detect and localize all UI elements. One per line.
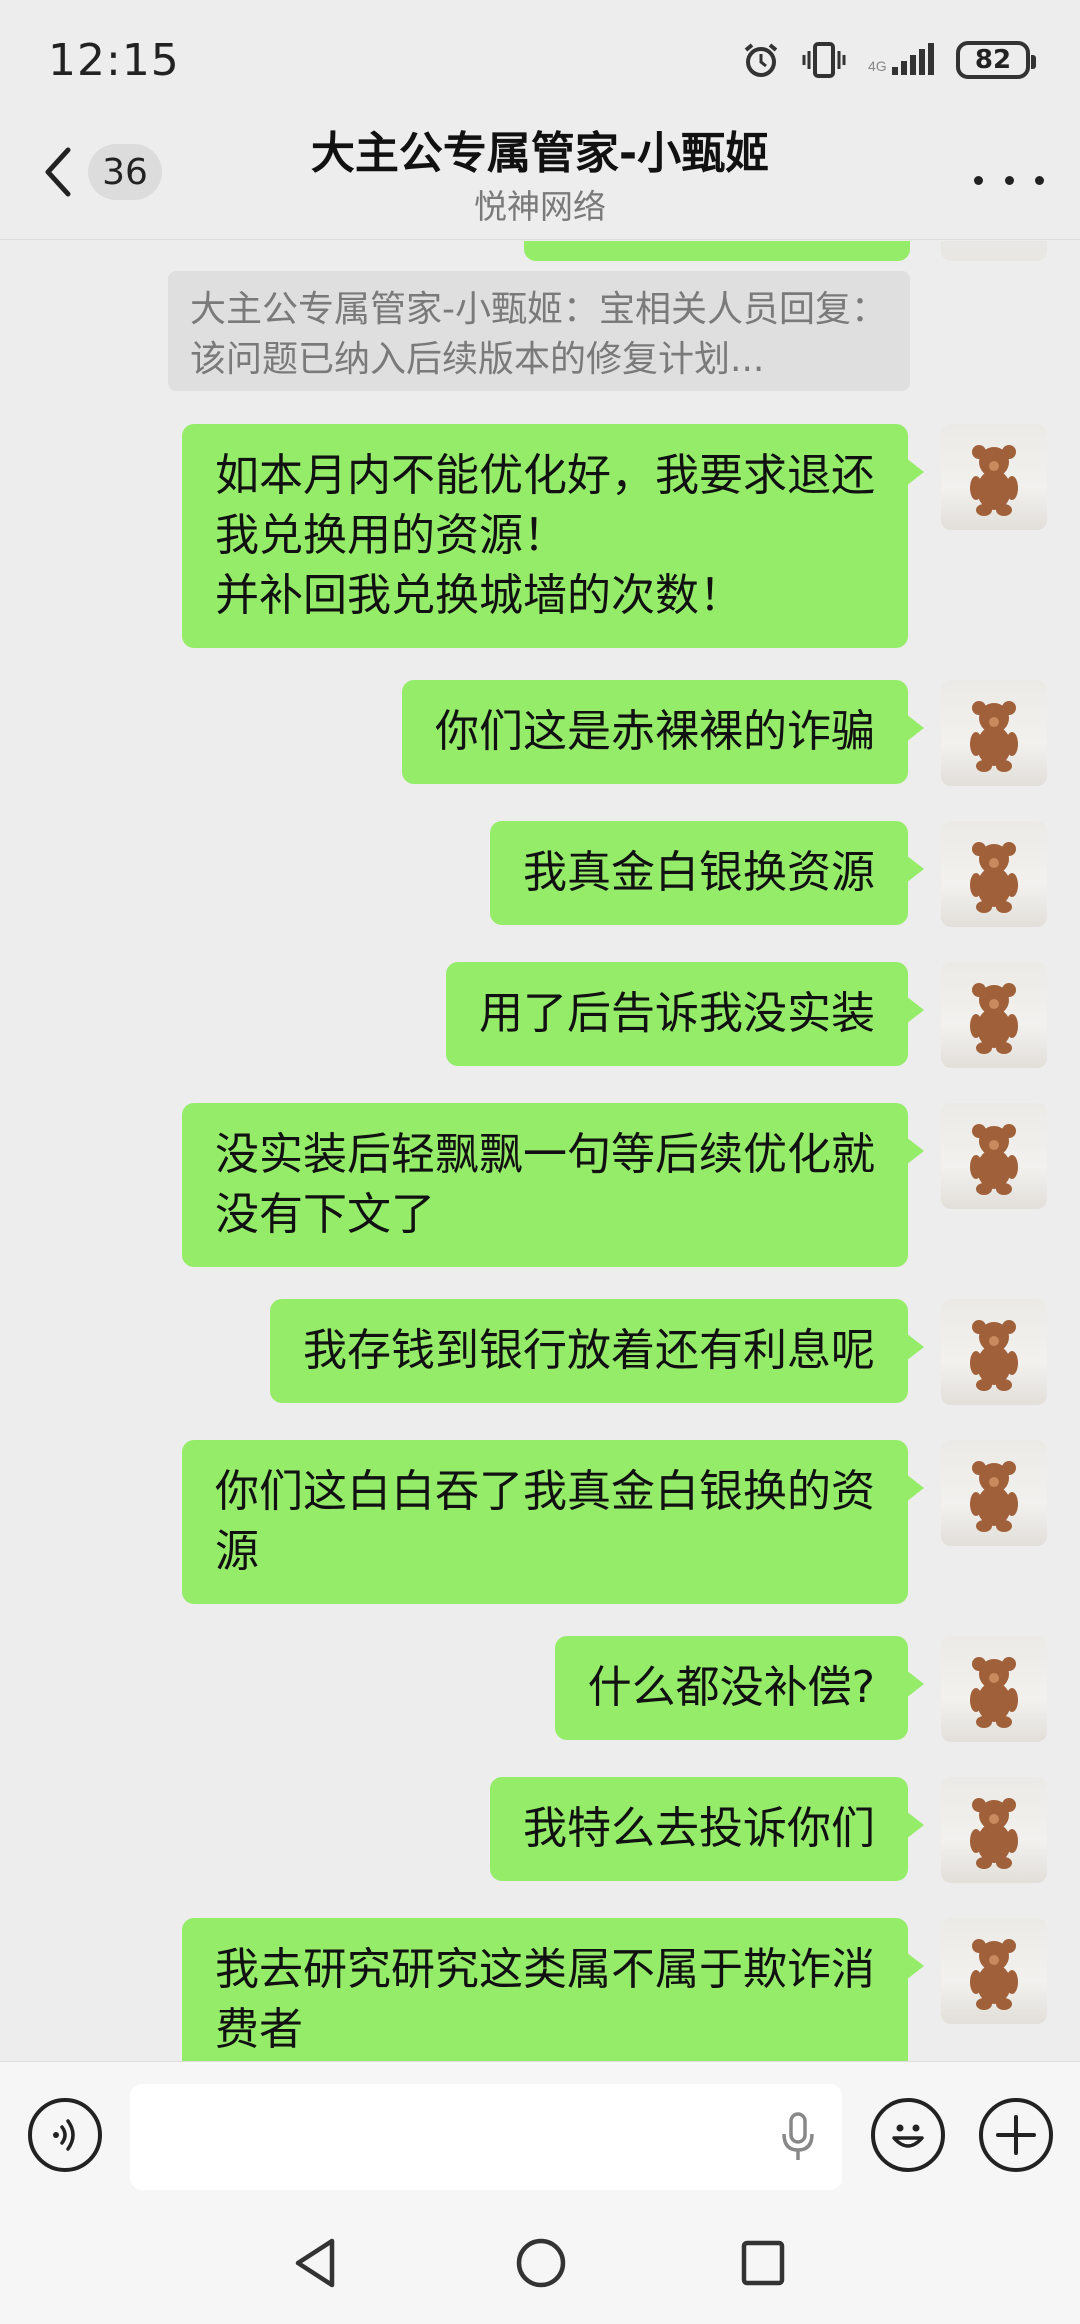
- message-bubble[interactable]: 你们这白白吞了我真金白银换的资 源: [182, 1440, 924, 1604]
- message-bubble[interactable]: 我特么去投诉你们: [490, 1777, 924, 1881]
- title-block: 大主公专属管家-小甄姬 悦神网络: [180, 124, 900, 230]
- microphone-icon[interactable]: [778, 2112, 818, 2162]
- emoji-button[interactable]: [871, 2098, 945, 2172]
- message-bubble[interactable]: 没实装后轻飘飘一句等后续优化就 没有下文了: [182, 1103, 924, 1267]
- svg-text:4G: 4G: [868, 58, 887, 74]
- teddy-bear-avatar: [970, 1320, 1018, 1391]
- alarm-icon: [744, 43, 778, 77]
- more-icon: [974, 175, 983, 185]
- voice-icon: [53, 2119, 75, 2151]
- more-button[interactable]: [974, 160, 1044, 200]
- avatar[interactable]: [941, 1918, 1047, 2024]
- avatar[interactable]: [941, 424, 1047, 530]
- avatar[interactable]: [941, 1636, 1047, 1742]
- plus-icon: [996, 2115, 1036, 2155]
- partial-message-bubble[interactable]: [524, 241, 910, 261]
- message-bubble[interactable]: 用了后告诉我没实装: [446, 962, 924, 1066]
- chat-subtitle: 悦神网络: [474, 187, 606, 226]
- battery-indicator: 82: [956, 41, 1036, 79]
- message-bubble[interactable]: 如本月内不能优化好，我要求退还 我兑换用的资源！ 并补回我兑换城墙的次数！: [182, 424, 924, 648]
- message-bubble[interactable]: 我真金白银换资源: [490, 821, 924, 925]
- input-bar: [0, 2061, 1080, 2211]
- teddy-bear-avatar: [970, 1657, 1018, 1728]
- quoted-reply[interactable]: 大主公专属管家-小甄姬：宝相关人员回复：该问题已纳入后续版本的修复计划...: [168, 271, 910, 391]
- avatar[interactable]: [941, 821, 1047, 927]
- signal-icon: 4G: [868, 43, 934, 75]
- message-input[interactable]: [130, 2084, 842, 2190]
- system-nav-bar: [0, 2211, 1080, 2324]
- message-bubble[interactable]: 你们这是赤裸裸的诈骗: [402, 680, 924, 784]
- back-arrow-icon: [45, 147, 71, 197]
- back-button[interactable]: 36: [40, 144, 162, 200]
- message-bubble[interactable]: 什么都没补偿?: [554, 1636, 925, 1740]
- avatar[interactable]: [941, 1103, 1047, 1209]
- nav-back-icon[interactable]: [290, 2233, 340, 2293]
- teddy-bear-avatar: [970, 842, 1018, 913]
- teddy-bear-avatar: [970, 983, 1018, 1054]
- emoji-icon: [892, 2124, 924, 2148]
- status-icons: 4G 82: [742, 41, 1036, 79]
- nav-home-icon[interactable]: [514, 2233, 568, 2293]
- teddy-bear-avatar: [970, 445, 1018, 516]
- message-bubble[interactable]: 我去研究研究这类属不属于欺诈消 费者: [182, 1918, 924, 2061]
- teddy-bear-avatar: [970, 1461, 1018, 1532]
- teddy-bear-avatar: [970, 1124, 1018, 1195]
- status-bar: 12:15 4G 82: [0, 0, 1080, 120]
- chat-title: 大主公专属管家-小甄姬: [310, 128, 770, 179]
- chat-header: 36 大主公专属管家-小甄姬 悦神网络: [0, 120, 1080, 240]
- more-actions-button[interactable]: [979, 2098, 1053, 2172]
- teddy-bear-avatar: [970, 1939, 1018, 2010]
- teddy-bear-avatar: [970, 1798, 1018, 1869]
- message-list[interactable]: 大主公专属管家-小甄姬：宝相关人员回复：该问题已纳入后续版本的修复计划... 如…: [0, 241, 1080, 2061]
- avatar[interactable]: [941, 962, 1047, 1068]
- nav-recents-icon[interactable]: [738, 2233, 788, 2293]
- status-time: 12:15: [48, 34, 180, 86]
- avatar[interactable]: [941, 1777, 1047, 1883]
- unread-count-badge: 36: [88, 144, 162, 200]
- avatar[interactable]: [941, 680, 1047, 786]
- teddy-bear-avatar: [970, 701, 1018, 772]
- avatar[interactable]: [941, 1299, 1047, 1405]
- voice-toggle-button[interactable]: [28, 2098, 102, 2172]
- avatar[interactable]: [941, 241, 1047, 261]
- vibrate-icon: [802, 42, 846, 78]
- avatar[interactable]: [941, 1440, 1047, 1546]
- message-bubble[interactable]: 我存钱到银行放着还有利息呢: [270, 1299, 924, 1403]
